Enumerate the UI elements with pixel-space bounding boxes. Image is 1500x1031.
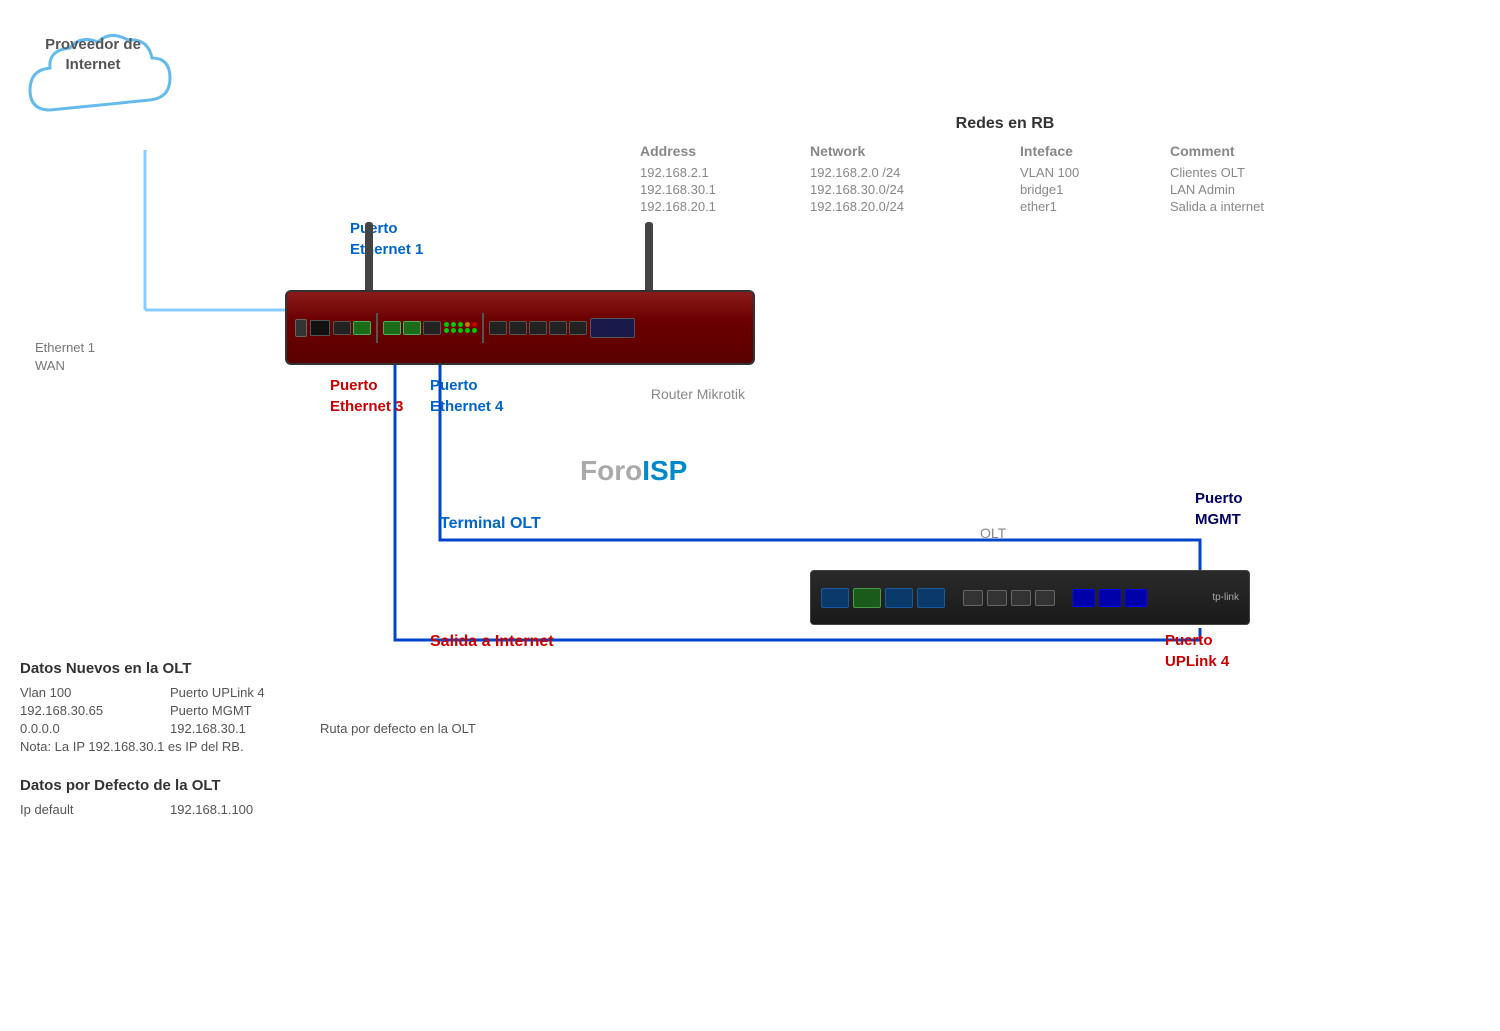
puerto-ethernet3-label: PuertoEthernet 3 [330, 375, 403, 417]
olt-sfp-4 [917, 588, 945, 608]
eth1-port [333, 321, 351, 335]
olt-text-label: OLT [980, 525, 1006, 541]
col-interface: Inteface [1020, 143, 1160, 159]
olt-mgmt-port [1125, 589, 1147, 607]
puerto-ethernet1-label: PuertoEthernet 1 [350, 218, 423, 260]
col-comment: Comment [1170, 143, 1370, 159]
router-label: Router Mikrotik [651, 386, 745, 402]
eth9-port [549, 321, 567, 335]
port-group-1 [333, 321, 371, 335]
olt-rj45-4 [1035, 590, 1055, 606]
datos-row-4: Nota: La IP 192.168.30.1 es IP del RB. [20, 739, 476, 754]
addr-3: 192.168.20.1 [640, 199, 800, 214]
bottom-info: Datos Nuevos en la OLT Vlan 100 Puerto U… [20, 660, 476, 820]
terminal-olt-label: Terminal OLT [440, 515, 541, 533]
antenna-left [365, 222, 373, 292]
eth6-port [489, 321, 507, 335]
eth7-port [509, 321, 527, 335]
datos-defecto-title: Datos por Defecto de la OLT [20, 777, 476, 794]
olt-device: tp-link [810, 570, 1250, 630]
router-body [285, 290, 755, 365]
eth3-port [383, 321, 401, 335]
ip-mgmt-key: 192.168.30.65 [20, 703, 150, 718]
net-1: 192.168.2.0 /24 [810, 165, 1010, 180]
router-mikrotik: Router Mikrotik [285, 290, 755, 380]
net-2: 192.168.30.0/24 [810, 182, 1010, 197]
info-table-grid: Address Network Inteface Comment 192.168… [640, 143, 1370, 214]
diagram-container: Proveedor de Internet Ethernet 1WAN Puer… [0, 0, 1500, 1031]
port-group-3 [489, 321, 587, 335]
default-route-gw: 192.168.30.1 [170, 721, 300, 736]
ip-default-val: 192.168.1.100 [170, 802, 300, 817]
antenna-right [645, 222, 653, 292]
eth10-port [569, 321, 587, 335]
iface-2: bridge1 [1020, 182, 1160, 197]
iface-1: VLAN 100 [1020, 165, 1160, 180]
watermark-isp: ISP [642, 455, 687, 486]
sfp-port [310, 320, 330, 336]
eth2-port [353, 321, 371, 335]
col-address: Address [640, 143, 800, 159]
eth4-port [403, 321, 421, 335]
cloud-line1: Proveedor de [45, 36, 141, 53]
cloud-line2: Internet [65, 56, 120, 73]
ip-default-key: Ip default [20, 802, 150, 817]
iface-3: ether1 [1020, 199, 1160, 214]
datos-row-1: Vlan 100 Puerto UPLink 4 [20, 685, 476, 700]
default-route-desc: Ruta por defecto en la OLT [320, 721, 476, 736]
salida-internet-label: Salida a Internet [430, 633, 554, 651]
eth5-port [423, 321, 441, 335]
info-table-title: Redes en RB [640, 115, 1370, 133]
default-route-key: 0.0.0.0 [20, 721, 150, 736]
col-network: Network [810, 143, 1010, 159]
comment-2: LAN Admin [1170, 182, 1370, 197]
vlan-val: Puerto UPLink 4 [170, 685, 300, 700]
cloud-label: Proveedor de Internet [28, 35, 158, 74]
datos-row-2: 192.168.30.65 Puerto MGMT [20, 703, 476, 718]
puerto-mgmt-label: PuertoMGMT [1195, 488, 1243, 530]
puerto-ethernet4-label: PuertoEthernet 4 [430, 375, 503, 417]
addr-1: 192.168.2.1 [640, 165, 800, 180]
olt-body: tp-link [810, 570, 1250, 625]
nota-text: Nota: La IP 192.168.30.1 es IP del RB. [20, 739, 244, 754]
eth8-port [529, 321, 547, 335]
ethernet1-wan-label: Ethernet 1WAN [35, 339, 95, 375]
router-screen [590, 318, 635, 338]
olt-sfp-3 [885, 588, 913, 608]
info-table: Redes en RB Address Network Inteface Com… [640, 115, 1370, 214]
led-block [444, 322, 477, 333]
olt-sfp-2 [853, 588, 881, 608]
olt-sfp-1 [821, 588, 849, 608]
olt-rj45-1 [963, 590, 983, 606]
datos-row-3: 0.0.0.0 192.168.30.1 Ruta por defecto en… [20, 721, 476, 736]
net-3: 192.168.20.0/24 [810, 199, 1010, 214]
watermark: ForoISP [580, 455, 687, 487]
olt-brand: tp-link [1212, 592, 1239, 603]
datos-nuevos-title: Datos Nuevos en la OLT [20, 660, 476, 677]
olt-uplink-1 [1073, 589, 1095, 607]
olt-rj45-2 [987, 590, 1007, 606]
olt-uplink-2 [1099, 589, 1121, 607]
vlan-key: Vlan 100 [20, 685, 150, 700]
defecto-row-1: Ip default 192.168.1.100 [20, 802, 476, 817]
olt-rj45-3 [1011, 590, 1031, 606]
port-group-2 [383, 321, 441, 335]
comment-3: Salida a internet [1170, 199, 1370, 214]
addr-2: 192.168.30.1 [640, 182, 800, 197]
puerto-uplink4-label: PuertoUPLink 4 [1165, 630, 1229, 672]
ip-mgmt-val: Puerto MGMT [170, 703, 300, 718]
usb-port [295, 319, 307, 337]
comment-1: Clientes OLT [1170, 165, 1370, 180]
